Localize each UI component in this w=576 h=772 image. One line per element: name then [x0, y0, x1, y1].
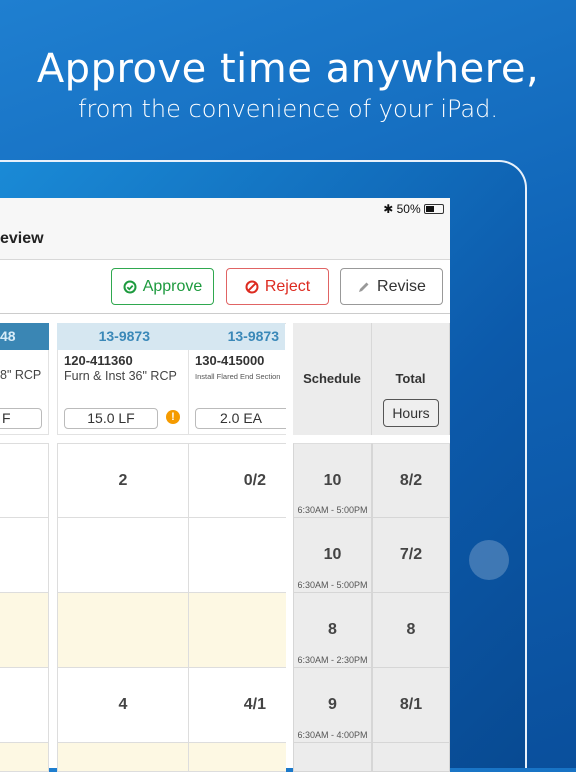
pencil-icon	[359, 282, 369, 292]
app-screen: ✱ 50% eview Approve Reject Revise 48 8" …	[0, 198, 450, 772]
schedule-cell: 8 6:30AM - 2:30PM	[293, 593, 372, 668]
schedule-time: 6:30AM - 4:00PM	[297, 730, 368, 740]
revise-button[interactable]: Revise	[340, 268, 443, 305]
battery-percent: 50%	[396, 202, 421, 216]
quantity-field[interactable]: F	[0, 408, 42, 429]
cell-value: 4/1	[243, 696, 266, 713]
revise-label: Revise	[377, 277, 426, 295]
job-id: 13-9873	[57, 323, 188, 350]
schedule-time: 6:30AM - 5:00PM	[297, 505, 368, 515]
hours-cell[interactable]: 2	[57, 443, 189, 518]
nav-bar: eview	[0, 220, 450, 260]
subheadline: from the convenience of your iPad.	[78, 95, 498, 123]
hours-cell[interactable]	[188, 518, 286, 593]
approve-button[interactable]: Approve	[111, 268, 214, 305]
cell-value: 10	[323, 546, 342, 563]
cost-code-desc: Furn & Inst 36" RCP	[64, 369, 177, 383]
job-id: 13-9873	[188, 323, 285, 350]
cell-value: 0/2	[243, 472, 266, 489]
cost-code: 130-415000	[195, 353, 265, 368]
cell-value: 10	[323, 472, 342, 489]
schedule-cell: 9 6:30AM - 4:00PM	[293, 668, 372, 743]
hours-cell[interactable]: 4	[57, 668, 189, 743]
total-cell: 7/2	[372, 518, 450, 593]
schedule-cell: 10 6:30AM - 5:00PM	[293, 443, 372, 518]
page-title: eview	[0, 230, 44, 247]
reject-button[interactable]: Reject	[226, 268, 329, 305]
ban-icon	[245, 280, 259, 293]
cost-code-desc: 8" RCP	[0, 368, 42, 382]
hours-toggle-button[interactable]: Hours	[383, 399, 439, 427]
home-button[interactable]	[469, 540, 509, 580]
headline: Approve time anywhere,	[36, 46, 540, 92]
cost-code-desc: Install Flared End Section	[195, 372, 281, 381]
job-id: 48	[0, 323, 49, 350]
cell-value: 2	[118, 472, 128, 489]
cell-value: 7/2	[399, 546, 423, 563]
hours-cell[interactable]	[188, 593, 286, 668]
cell-value: 8/1	[399, 696, 423, 713]
cell-value: 8	[406, 621, 416, 638]
hours-cell[interactable]	[57, 518, 189, 593]
cell-value: 4	[118, 696, 128, 713]
quantity-field[interactable]: 2.0 EA	[195, 408, 286, 429]
total-cell: 8/1	[372, 668, 450, 743]
hours-cell[interactable]	[57, 593, 189, 668]
warning-icon[interactable]: !	[166, 410, 180, 424]
battery-icon	[424, 204, 444, 214]
bluetooth-icon: ✱	[383, 202, 394, 216]
reject-label: Reject	[264, 277, 311, 295]
total-cell: 8/2	[372, 443, 450, 518]
cell-value: 8/2	[399, 472, 423, 489]
check-circle-icon	[123, 280, 137, 293]
cell-value: 8	[328, 621, 337, 638]
hours-cell[interactable]	[0, 443, 49, 518]
hours-cell[interactable]: 0/2	[188, 443, 286, 518]
schedule-time: 6:30AM - 5:00PM	[297, 580, 368, 590]
schedule-time: 6:30AM - 2:30PM	[297, 655, 368, 665]
schedule-header: Schedule	[293, 323, 372, 435]
schedule-cell: 10 6:30AM - 5:00PM	[293, 518, 372, 593]
hours-cell[interactable]	[0, 668, 49, 743]
divider	[0, 313, 450, 314]
status-bar: ✱ 50%	[0, 198, 450, 220]
cell-value: 9	[328, 696, 337, 713]
approve-label: Approve	[142, 277, 203, 295]
hours-cell[interactable]	[0, 518, 49, 593]
hours-cell[interactable]	[0, 593, 49, 668]
total-cell: 8	[372, 593, 450, 668]
hours-cell[interactable]: 4/1	[188, 668, 286, 743]
quantity-field[interactable]: 15.0 LF	[64, 408, 158, 429]
cost-code: 120-411360	[64, 353, 133, 368]
